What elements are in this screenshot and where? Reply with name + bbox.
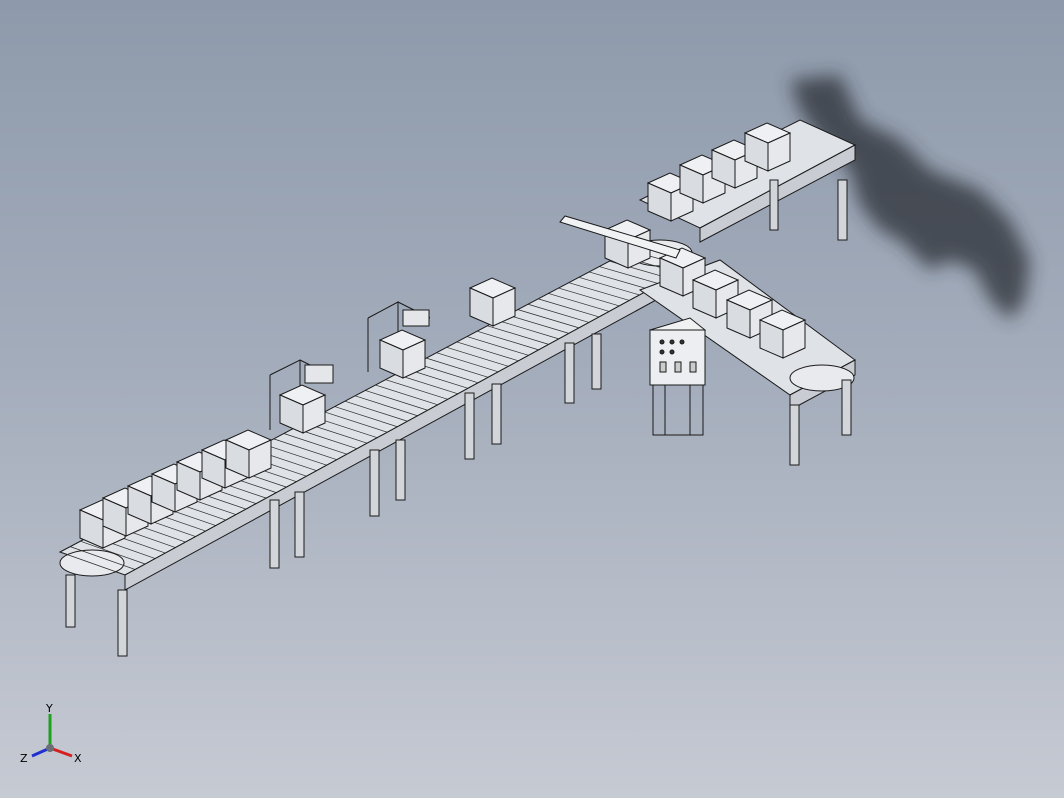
battery-box bbox=[278, 384, 327, 434]
conveyor-assembly-model[interactable] bbox=[0, 0, 1064, 798]
x-axis-label: X bbox=[74, 752, 82, 765]
control-cabinet[interactable] bbox=[648, 317, 707, 436]
battery-box bbox=[758, 309, 807, 359]
battery-box bbox=[224, 429, 273, 479]
z-axis-label: Z bbox=[20, 752, 28, 765]
y-axis-label: Y bbox=[45, 702, 53, 715]
view-orientation-triad[interactable]: Y X Z bbox=[18, 700, 90, 772]
motion-blur-shadow bbox=[790, 75, 1030, 320]
graphics-viewport[interactable]: Y X Z bbox=[0, 0, 1064, 798]
battery-box bbox=[743, 122, 792, 172]
battery-box bbox=[468, 277, 517, 327]
triad-origin bbox=[46, 744, 54, 752]
main-conveyor[interactable] bbox=[58, 239, 702, 591]
battery-box bbox=[378, 329, 427, 379]
